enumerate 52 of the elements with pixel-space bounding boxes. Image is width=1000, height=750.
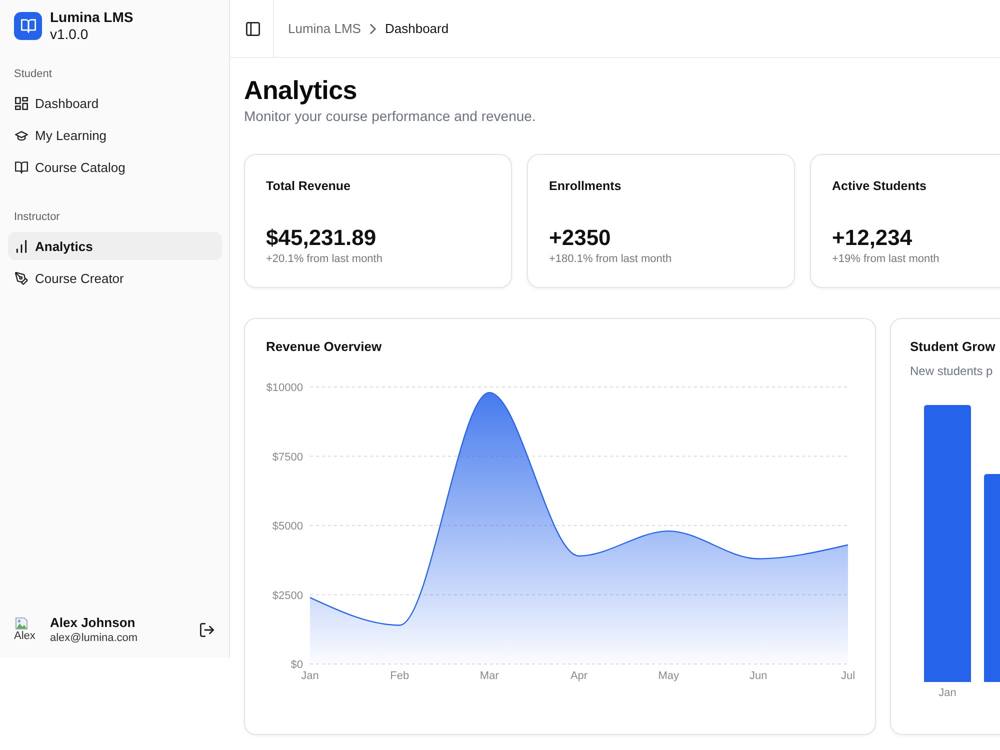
stat-change: +20.1% from last month <box>266 252 384 266</box>
axis-label: Apr <box>570 670 588 682</box>
brand-name: Lumina LMS <box>50 9 134 26</box>
breadcrumb-item: Dashboard <box>384 21 449 36</box>
user-email: alex@lumina.com <box>50 631 138 645</box>
logout-icon <box>200 623 214 637</box>
stat-label: Total Revenue <box>266 178 352 194</box>
axis-label: Jun <box>749 670 768 682</box>
version-label: v1.0.0 <box>50 26 90 43</box>
chart-title: Revenue Overview <box>266 338 383 356</box>
book-logo-icon <box>14 12 42 40</box>
avatar-alt-text: Alex <box>14 630 36 643</box>
graduation-cap-icon <box>15 128 28 142</box>
breadcrumb-item[interactable]: Lumina LMS <box>288 21 361 36</box>
axis-label: Jan <box>938 687 956 699</box>
chart-title: Student Grow <box>910 338 996 356</box>
axis-label: $5000 <box>272 520 303 532</box>
chevron-right-icon <box>370 24 376 34</box>
nav-item[interactable]: Dashboard <box>8 89 222 117</box>
axis-label: Mar <box>480 670 499 682</box>
axis-label: $10000 <box>266 382 303 394</box>
nav-item[interactable]: My Learning <box>8 121 222 149</box>
nav-item[interactable]: Course Catalog <box>8 153 222 181</box>
book-icon <box>15 160 28 174</box>
logout-button[interactable] <box>200 623 214 637</box>
pen-tool-icon <box>15 272 28 284</box>
nav-group-label: Student <box>13 67 53 82</box>
axis-label: $7500 <box>272 451 303 464</box>
stat-change: +180.1% from last month <box>549 252 673 266</box>
page-title: Analytics <box>244 74 358 106</box>
bar-chart-icon <box>15 240 28 252</box>
panel-left-icon <box>246 22 260 36</box>
axis-label: $0 <box>290 659 303 671</box>
stat-label: Enrollments <box>549 178 622 194</box>
chart-subtitle: New students p <box>910 363 994 379</box>
stat-value: $45,231.89 <box>266 224 378 252</box>
stat-change: +19% from last month <box>832 252 940 266</box>
stat-value: +2350 <box>549 224 612 252</box>
nav-item[interactable]: Analytics <box>8 232 222 260</box>
grid-icon <box>15 96 28 110</box>
axis-label: Feb <box>390 670 410 682</box>
axis-label: May <box>658 670 680 682</box>
user-name: Alex Johnson <box>50 615 136 631</box>
page-subtitle: Monitor your course performance and revenue. <box>244 107 537 126</box>
axis-label: $2500 <box>272 590 303 602</box>
stat-label: Active Students <box>832 178 928 194</box>
nav-item[interactable]: Course Creator <box>8 264 222 292</box>
broken-image-icon <box>15 617 28 630</box>
stat-value: +12,234 <box>832 224 914 252</box>
nav-group-label: Instructor <box>13 210 61 225</box>
axis-label: Jan <box>301 670 319 682</box>
axis-label: Jul <box>840 670 856 682</box>
